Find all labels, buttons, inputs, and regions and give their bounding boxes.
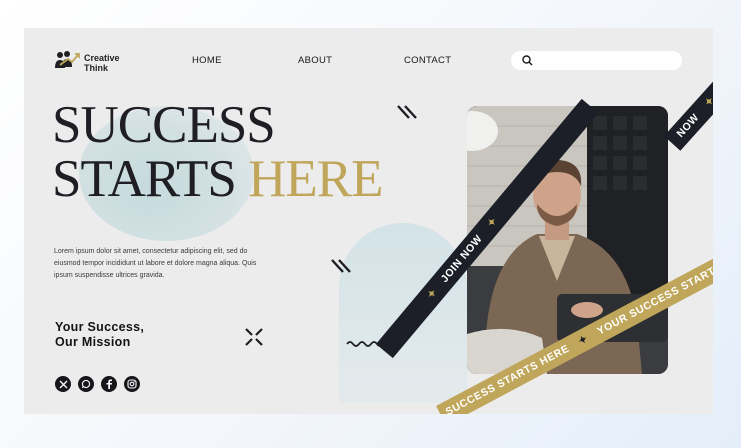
search-icon[interactable] [522, 55, 533, 66]
people-growth-icon [54, 50, 80, 75]
mission-line-2: Our Mission [55, 335, 131, 349]
hero-line-1: SUCCESS [52, 96, 276, 154]
cross-decor [245, 328, 263, 346]
nav-about[interactable]: ABOUT [298, 55, 332, 66]
hero-line-2: STARTS HERE [52, 150, 384, 208]
ribbon-corner-text: NOW [674, 111, 702, 140]
nav-contact[interactable]: CONTACT [404, 55, 451, 66]
hero-line-2-main: STARTS [52, 150, 237, 208]
mission-heading: Your Success, Our Mission [55, 320, 144, 350]
brand-logo[interactable]: Creative Think [54, 50, 120, 75]
nav-home[interactable]: HOME [192, 55, 222, 66]
search-input[interactable] [511, 51, 682, 70]
brand-name: Creative Think [84, 52, 120, 73]
instagram-icon[interactable] [124, 376, 140, 392]
hero-accent: HERE [248, 150, 383, 208]
landing-page: Creative Think HOME ABOUT CONTACT SUCCES… [24, 28, 713, 414]
x-icon[interactable] [55, 376, 71, 392]
body-text: Lorem ipsum dolor sit amet, consectetur … [54, 248, 257, 279]
facebook-icon[interactable] [101, 376, 117, 392]
slash-decor-2 [331, 259, 351, 273]
slash-decor [397, 105, 417, 119]
whatsapp-icon[interactable] [78, 376, 94, 392]
ribbon-dark-corner: NOW ✦ ✦ [664, 28, 713, 151]
hero-title: SUCCESS STARTS HERE [52, 96, 384, 208]
mission-line-1: Your Success, [55, 320, 145, 334]
social-links [55, 376, 140, 392]
